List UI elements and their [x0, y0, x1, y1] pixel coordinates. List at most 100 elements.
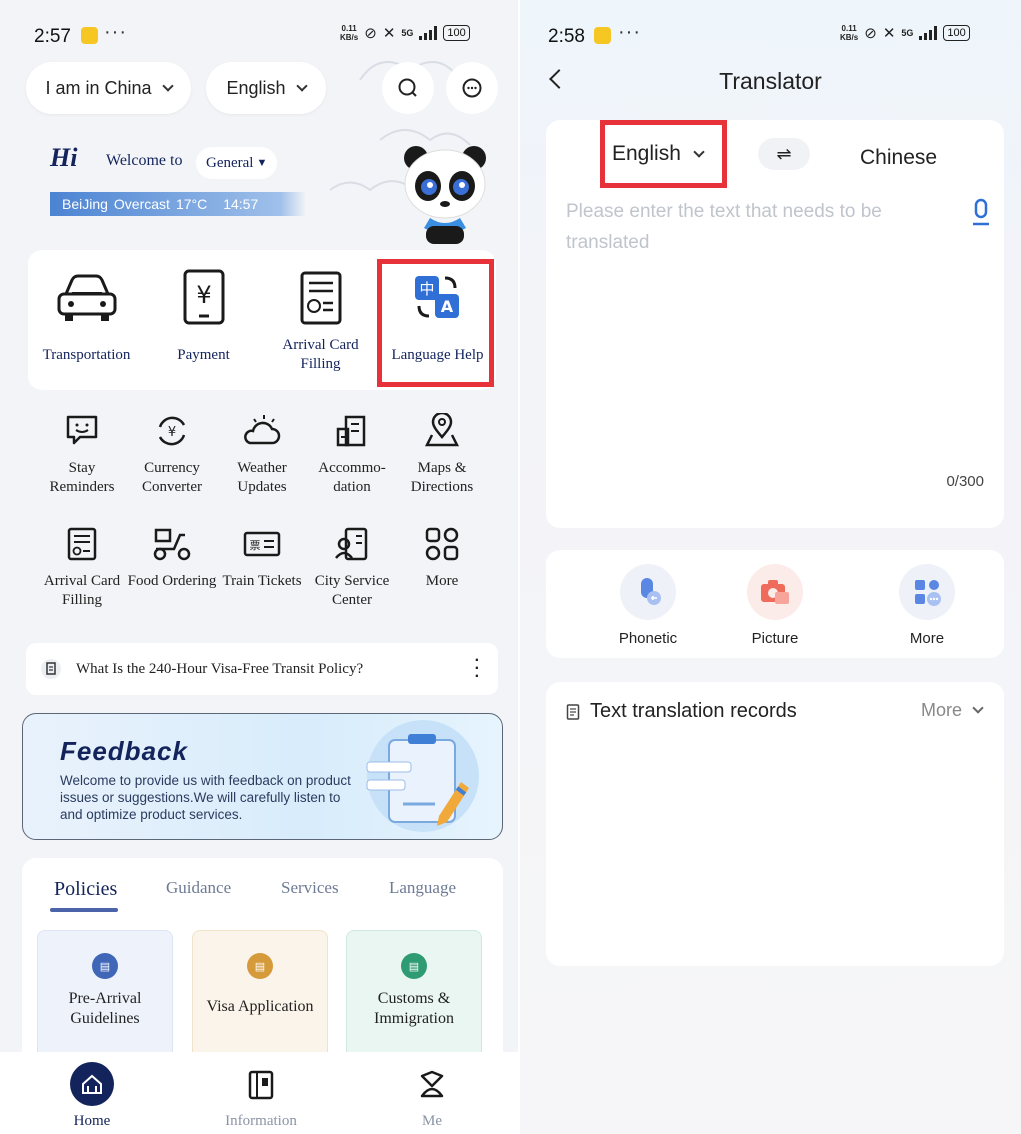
mute-icon: ✕ — [882, 25, 896, 42]
notification-badge-icon — [81, 27, 98, 44]
tool-more[interactable]: More — [867, 564, 987, 647]
service-label: Payment — [177, 347, 230, 363]
location-label: I am in China — [45, 77, 152, 98]
tool-label: Phonetic — [618, 630, 678, 647]
service-arrival-card-filling[interactable]: Arrival Card Filling — [37, 524, 127, 610]
chevron-down-icon — [161, 79, 174, 92]
chevron-down-icon: ▼ — [256, 157, 268, 169]
service-currency-converter[interactable]: ¥ Currency Converter — [127, 411, 217, 497]
clipboard-pen-icon — [366, 720, 479, 832]
status-bar: 2:58 ··· 0.11 KB/s ⊘ ✕ 5G 100 — [520, 21, 1021, 52]
nav-information[interactable]: Information — [201, 1062, 321, 1130]
greeting-hi: Hi — [50, 143, 78, 172]
mode-selector[interactable]: General ▼ — [196, 147, 278, 179]
tool-label: Picture — [751, 630, 799, 647]
status-bar: 2:57 ··· 0.11 KB/s ⊘ ✕ 5G 100 — [0, 21, 518, 52]
ticket-icon: 票 — [242, 524, 282, 564]
service-label: Transportation — [42, 347, 131, 363]
service-label: Accommo-dation — [318, 460, 386, 495]
status-more: ··· — [618, 21, 641, 43]
battery-icon: 100 — [443, 25, 470, 41]
translation-input[interactable]: Please enter the text that needs to be t… — [566, 196, 946, 258]
notice-text: What Is the 240-Hour Visa-Free Transit P… — [76, 660, 364, 677]
profile-icon — [420, 1070, 444, 1098]
nav-me[interactable]: Me — [372, 1062, 492, 1130]
search-icon — [398, 78, 417, 97]
document-icon: ▤ — [92, 953, 118, 979]
service-label: Maps & Directions — [410, 460, 474, 495]
chat-reminder-icon — [62, 411, 102, 451]
tile-label: Customs & Immigration — [374, 990, 454, 1027]
service-accommodation[interactable]: Accommo-dation — [307, 411, 397, 497]
nav-label: Me — [422, 1113, 442, 1129]
battery-icon: 100 — [943, 25, 970, 41]
records-more-label: More — [920, 700, 962, 720]
book-icon — [248, 1070, 274, 1100]
service-label: Food Ordering — [127, 573, 217, 589]
tab-guidance[interactable]: Guidance — [166, 878, 231, 898]
network-type: 5G — [401, 28, 414, 38]
tab-services[interactable]: Services — [281, 878, 339, 898]
document-icon: ▤ — [401, 953, 427, 979]
building-icon — [332, 411, 372, 451]
grid-icon — [422, 524, 462, 564]
records-title-label: Text translation records — [590, 700, 797, 722]
language-label: English — [226, 77, 286, 98]
feedback-banner[interactable]: Feedback Welcome to provide us with feed… — [22, 713, 503, 840]
service-maps-directions[interactable]: Maps & Directions — [397, 411, 487, 497]
service-more[interactable]: More — [397, 524, 487, 591]
tile-label: Pre-Arrival Guidelines — [68, 990, 142, 1027]
target-language-selector[interactable]: Chinese — [860, 146, 937, 170]
records-title: Text translation records — [566, 700, 797, 723]
service-stay-reminders[interactable]: Stay Reminders — [37, 411, 127, 497]
service-weather-updates[interactable]: Weather Updates — [217, 411, 307, 497]
network-speed: 0.11 KB/s — [840, 24, 859, 42]
char-counter: 0/300 — [946, 473, 984, 490]
service-city-service-center[interactable]: City Service Center — [307, 524, 397, 610]
notification-badge-icon — [594, 27, 611, 44]
tab-policies[interactable]: Policies — [54, 878, 117, 901]
scooter-icon — [152, 524, 192, 564]
microphone-icon[interactable] — [970, 198, 992, 228]
language-selector[interactable]: English — [206, 62, 326, 114]
nav-label: Information — [225, 1113, 297, 1129]
service-label: City Service Center — [314, 573, 390, 608]
service-label: More — [425, 573, 459, 589]
nav-home[interactable]: Home — [32, 1062, 152, 1130]
currency-exchange-icon: ¥ — [152, 411, 192, 451]
weather-temp: 17°C — [175, 196, 208, 212]
location-selector[interactable]: I am in China — [26, 62, 191, 114]
info-tabs-card: Policies Guidance Services Language ▤ Pr… — [22, 858, 503, 1091]
service-food-ordering[interactable]: Food Ordering — [127, 524, 217, 591]
swap-languages-button[interactable]: ⇌ — [758, 138, 810, 170]
car-icon — [55, 268, 119, 328]
signal-icon — [919, 26, 938, 40]
service-arrival-card[interactable]: Arrival Card Filling — [262, 250, 379, 390]
home-screen: 2:57 ··· 0.11 KB/s ⊘ ✕ 5G 100 I am in Chi… — [0, 0, 518, 1134]
policy-notice[interactable]: What Is the 240-Hour Visa-Free Transit P… — [26, 643, 498, 695]
search-button[interactable] — [382, 62, 434, 114]
translation-records-card: Text translation records More — [546, 682, 1004, 966]
status-time: 2:58 — [548, 26, 585, 47]
camera-icon — [747, 564, 803, 620]
service-transportation[interactable]: Transportation — [28, 250, 145, 390]
swap-icon: ⇌ — [776, 143, 792, 164]
more-apps-icon — [899, 564, 955, 620]
messages-button[interactable] — [446, 62, 498, 114]
more-vertical-icon[interactable]: · · · — [475, 653, 480, 685]
tool-picture[interactable]: Picture — [715, 564, 835, 647]
feedback-title: Feedback — [60, 736, 188, 766]
link-icon: ⊘ — [864, 25, 877, 42]
service-payment[interactable]: ¥ Payment — [145, 250, 262, 390]
weather-time: 14:57 — [223, 196, 259, 212]
records-more-button[interactable]: More — [920, 700, 984, 721]
phonetic-mic-icon — [620, 564, 676, 620]
tool-label: More — [909, 630, 945, 647]
tool-phonetic[interactable]: Phonetic — [588, 564, 708, 647]
status-time: 2:57 — [34, 26, 71, 47]
feedback-text: Welcome to provide us with feedback on p… — [60, 773, 351, 822]
weather-city: BeiJing — [62, 196, 108, 212]
chevron-down-icon — [972, 702, 984, 714]
service-train-tickets[interactable]: 票 Train Tickets — [217, 524, 307, 591]
tab-language[interactable]: Language — [389, 878, 456, 898]
